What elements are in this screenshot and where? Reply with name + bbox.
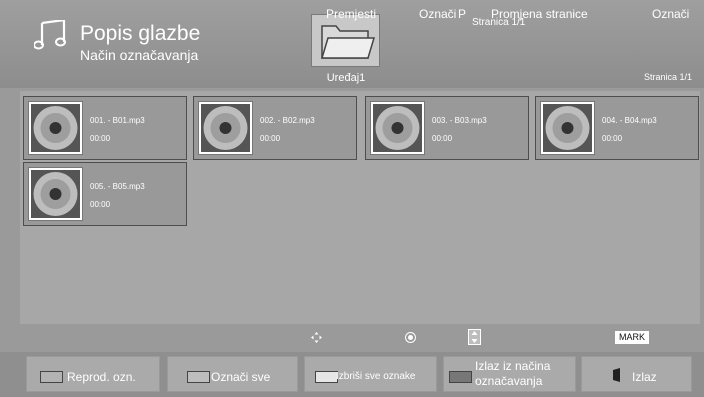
- hint-move: Premjesti: [326, 7, 377, 21]
- play-marked-button[interactable]: Reprod. ozn.: [26, 356, 160, 392]
- file-tile[interactable]: 002. - B02.mp3 00:00: [193, 96, 357, 160]
- play-marked-label: Reprod. ozn.: [67, 370, 136, 384]
- exit-mark-mode-button[interactable]: Izlaz iz načina označavanja: [443, 356, 576, 392]
- folder-icon: [320, 25, 376, 59]
- device-folder[interactable]: [311, 14, 380, 67]
- mark-all-button[interactable]: Označi sve: [167, 356, 298, 392]
- green-key-swatch: [187, 371, 210, 383]
- cd-disc-icon: [28, 101, 83, 155]
- hint-bar: [0, 325, 704, 351]
- file-duration: 00:00: [90, 200, 111, 209]
- cd-disc-icon: [540, 101, 595, 155]
- mark-key: MARK: [615, 331, 649, 344]
- file-duration: 00:00: [602, 134, 623, 143]
- navigation-arrows-icon: [311, 332, 322, 343]
- file-duration: 00:00: [90, 134, 111, 143]
- page-up-down-icon: [468, 329, 481, 345]
- mode-subtitle: Način označavanja: [80, 47, 199, 63]
- hint-p-key: P: [458, 7, 467, 21]
- hint-page-change: Promjena stranice: [491, 7, 588, 21]
- music-note-icon: [34, 20, 66, 50]
- file-duration: 00:00: [432, 134, 453, 143]
- exit-mark-mode-line1: Izlaz iz načina: [475, 359, 551, 373]
- file-name: 001. - B01.mp3: [90, 116, 145, 125]
- file-name: 002. - B02.mp3: [260, 116, 315, 125]
- mark-all-label: Označi sve: [211, 370, 271, 384]
- file-tile[interactable]: 005. - B05.mp3 00:00: [23, 162, 187, 226]
- cd-disc-icon: [28, 167, 83, 221]
- unmark-all-button[interactable]: Izbriši sve oznake: [304, 356, 437, 392]
- cd-disc-icon: [198, 101, 253, 155]
- ok-button-icon: [405, 332, 416, 343]
- file-name: 005. - B05.mp3: [90, 182, 145, 191]
- yellow-key-swatch: [315, 371, 338, 383]
- exit-button[interactable]: Izlaz: [581, 356, 692, 392]
- exit-mark-mode-line2: označavanja: [475, 374, 543, 388]
- blue-key-swatch: [449, 371, 472, 383]
- file-tile[interactable]: 003. - B03.mp3 00:00: [365, 96, 529, 160]
- exit-mark-mode-label: Izlaz iz načina označavanja: [475, 359, 550, 389]
- cd-disc-icon: [370, 101, 425, 155]
- file-name: 003. - B03.mp3: [432, 116, 487, 125]
- file-duration: 00:00: [260, 134, 281, 143]
- exit-label: Izlaz: [632, 370, 657, 384]
- page-title: Popis glazbe: [80, 22, 201, 45]
- hint-ok: Označi: [419, 7, 457, 21]
- exit-door-icon: [613, 368, 620, 382]
- hint-mark: Označi: [652, 7, 690, 21]
- file-grid: 001. - B01.mp3 00:00 002. - B02.mp3 00:0…: [20, 91, 700, 324]
- unmark-all-label: Izbriši sve oznake: [336, 371, 416, 382]
- device-label: Uređaj1: [326, 72, 366, 84]
- red-key-swatch: [40, 371, 63, 383]
- file-tile[interactable]: 004. - B04.mp3 00:00: [535, 96, 699, 160]
- file-tile[interactable]: 001. - B01.mp3 00:00: [23, 96, 187, 160]
- page-indicator: Stranica 1/1: [643, 72, 692, 82]
- file-name: 004. - B04.mp3: [602, 116, 657, 125]
